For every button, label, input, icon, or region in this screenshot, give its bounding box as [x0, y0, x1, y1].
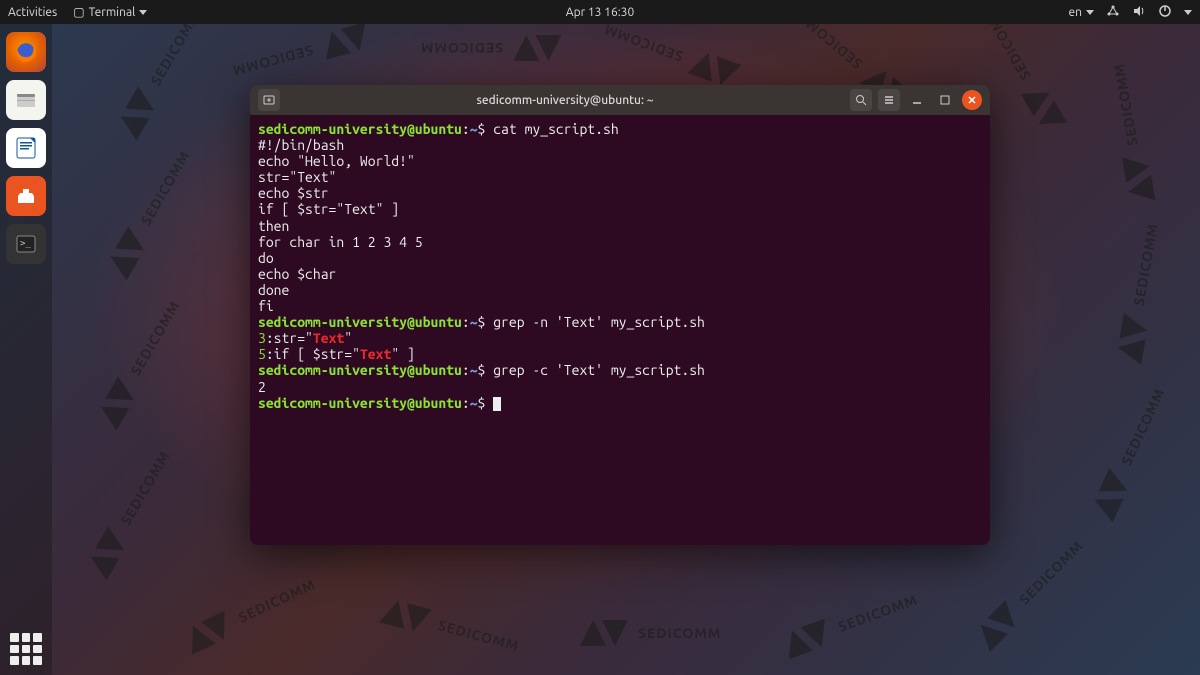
close-button[interactable]: [962, 90, 982, 110]
clock[interactable]: Apr 13 16:30: [566, 6, 634, 19]
app-menu-terminal[interactable]: ▢ Terminal: [73, 5, 147, 19]
volume-icon[interactable]: [1132, 4, 1146, 21]
terminal-icon: ▢: [73, 5, 84, 19]
dock: >_: [0, 24, 52, 675]
minimize-button[interactable]: [906, 89, 928, 111]
terminal-window: sedicomm-university@ubuntu: ~ sedicomm-u…: [250, 85, 990, 545]
dock-firefox[interactable]: [6, 32, 46, 72]
app-menu-label: Terminal: [89, 6, 136, 19]
new-tab-button[interactable]: [258, 89, 280, 111]
svg-text:>_: >_: [20, 239, 31, 249]
language-indicator[interactable]: en: [1069, 6, 1094, 19]
dock-files[interactable]: [6, 80, 46, 120]
gnome-topbar: Activities ▢ Terminal Apr 13 16:30 en: [0, 0, 1200, 24]
terminal-body[interactable]: sedicomm-university@ubuntu:~$ cat my_scr…: [250, 115, 990, 545]
show-applications-button[interactable]: [10, 633, 42, 665]
language-label: en: [1069, 6, 1082, 19]
dock-libreoffice-writer[interactable]: [6, 128, 46, 168]
search-button[interactable]: [850, 89, 872, 111]
window-titlebar[interactable]: sedicomm-university@ubuntu: ~: [250, 85, 990, 115]
chevron-down-icon: [1184, 10, 1192, 15]
dock-software[interactable]: [6, 176, 46, 216]
chevron-down-icon: [1086, 10, 1094, 15]
hamburger-menu-button[interactable]: [878, 89, 900, 111]
activities-button[interactable]: Activities: [8, 6, 57, 19]
chevron-down-icon: [139, 10, 147, 15]
power-icon[interactable]: [1158, 4, 1172, 21]
maximize-button[interactable]: [934, 89, 956, 111]
dock-terminal[interactable]: >_: [6, 224, 46, 264]
window-title: sedicomm-university@ubuntu: ~: [280, 94, 850, 107]
network-icon[interactable]: [1106, 4, 1120, 21]
